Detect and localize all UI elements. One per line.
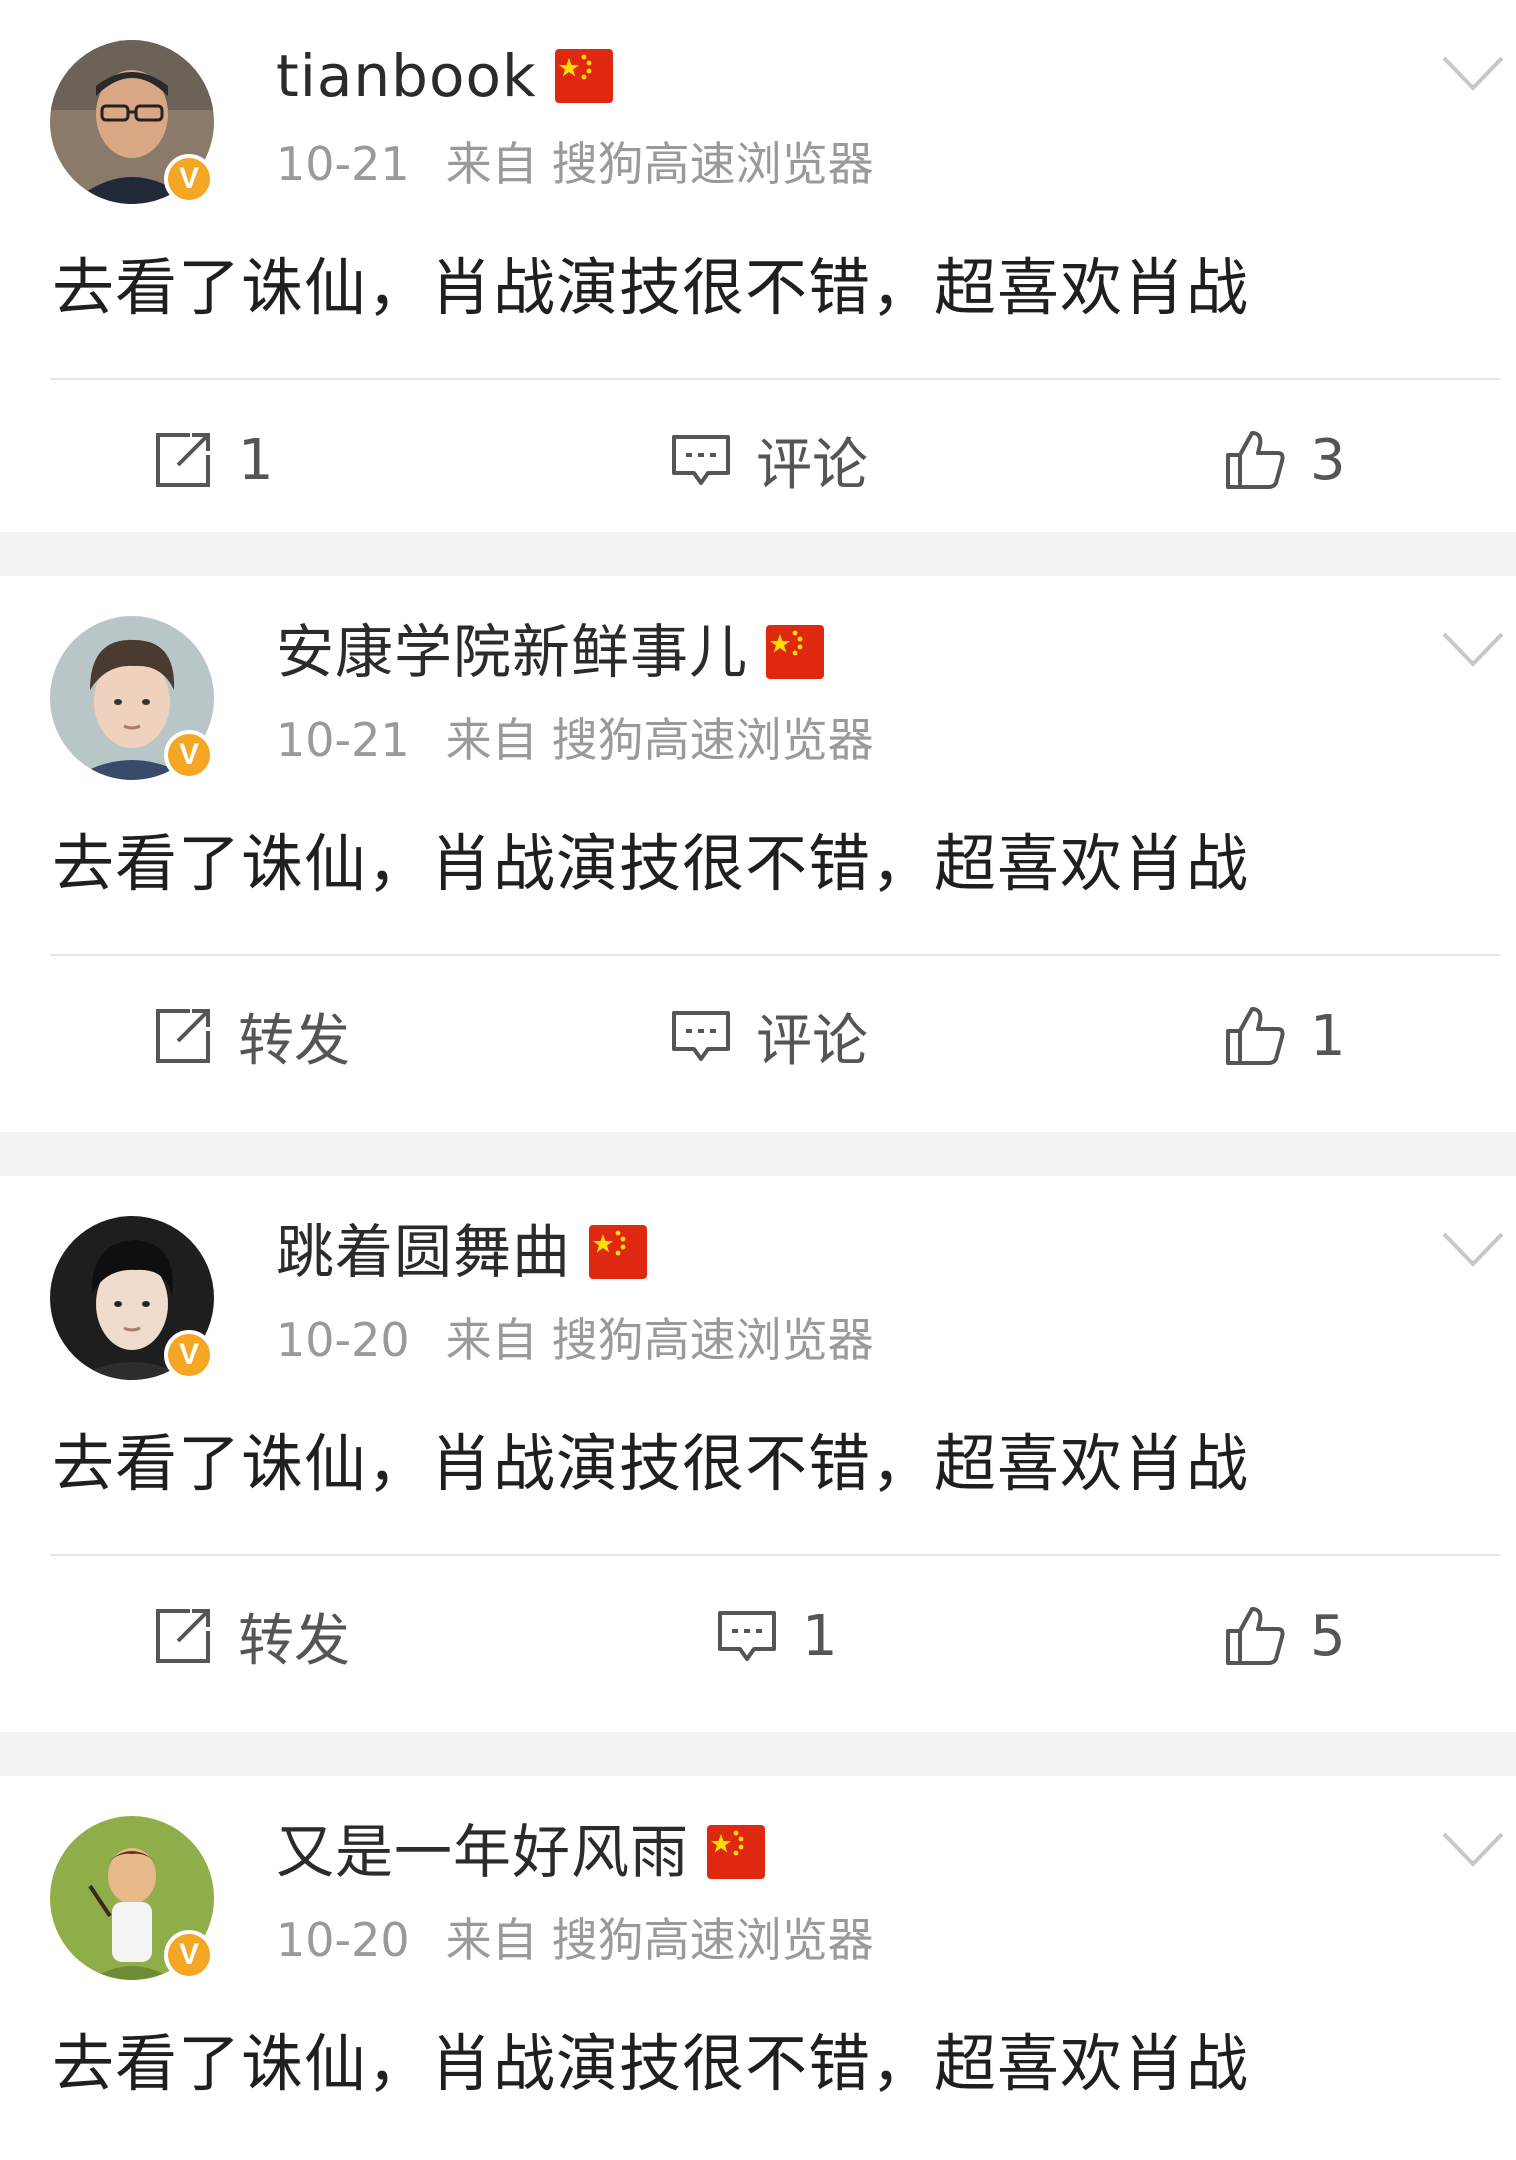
post-meta: 10-20 来自 搜狗高速浏览器 <box>276 1910 874 1970</box>
source-prefix: 来自 <box>445 1313 538 1367</box>
post-meta: 10-20 来自 搜狗高速浏览器 <box>276 1310 874 1370</box>
divider <box>50 378 1500 380</box>
source-client: 搜狗高速浏览器 <box>551 713 874 767</box>
thumbs-up-icon <box>1226 431 1285 489</box>
source-client: 搜狗高速浏览器 <box>551 1313 874 1367</box>
comment-button[interactable]: 1 <box>714 1576 838 1696</box>
source-prefix: 来自 <box>445 1913 538 1967</box>
comment-label: 评论 <box>756 1008 868 1074</box>
action-bar: 转发 1 5 <box>0 1576 1516 1696</box>
action-bar: 1 评论 3 <box>0 400 1516 520</box>
like-button[interactable]: 1 <box>1222 976 1346 1096</box>
chevron-down-icon[interactable] <box>1440 1228 1506 1272</box>
repost-label: 转发 <box>238 1608 350 1674</box>
post-date: 10-20 <box>276 1313 410 1367</box>
username-row: 又是一年好风雨 <box>276 1812 766 1892</box>
repost-button[interactable]: 1 <box>150 400 274 520</box>
avatar[interactable]: V <box>50 616 214 780</box>
weibo-comment-feed: V tianbook 10-21 来自 搜狗高速浏览器 去看了诛仙，肖战演技很不错，… <box>0 0 1516 2160</box>
avatar[interactable]: V <box>50 1216 214 1380</box>
username-row: 跳着圆舞曲 <box>276 1212 648 1292</box>
repost-label: 转发 <box>238 1008 350 1074</box>
post-date: 10-21 <box>276 713 410 767</box>
action-bar: 转发 评论 1 <box>0 976 1516 1096</box>
china-flag-icon <box>707 1825 766 1879</box>
source-client: 搜狗高速浏览器 <box>551 1913 874 1967</box>
source-prefix: 来自 <box>445 137 538 191</box>
post-date: 10-21 <box>276 137 410 191</box>
post-content: 去看了诛仙，肖战演技很不错，超喜欢肖战 <box>52 1427 1250 1500</box>
verified-badge-icon: V <box>164 1330 214 1380</box>
comment-icon <box>718 1611 776 1661</box>
verified-badge-icon: V <box>164 730 214 780</box>
post-meta: 10-21 来自 搜狗高速浏览器 <box>276 134 874 194</box>
like-count: 1 <box>1310 1003 1346 1069</box>
post-card: V 又是一年好风雨 10-20 来自 搜狗高速浏览器 去看了诛仙，肖战演技很不错，超… <box>0 1776 1516 2160</box>
comment-icon <box>672 435 730 485</box>
post-content: 去看了诛仙，肖战演技很不错，超喜欢肖战 <box>52 2027 1250 2100</box>
post-card: V 安康学院新鲜事儿 10-21 来自 搜狗高速浏览器 去看了诛仙，肖战演技很不错，… <box>0 576 1516 1132</box>
thumbs-up-icon <box>1226 1607 1285 1665</box>
verified-badge-icon: V <box>164 1930 214 1980</box>
divider <box>50 954 1500 956</box>
comment-button[interactable]: 评论 <box>668 400 868 520</box>
repost-button[interactable]: 转发 <box>150 1576 350 1696</box>
china-flag-icon <box>554 49 613 103</box>
repost-button[interactable]: 转发 <box>150 976 350 1096</box>
username-row: 安康学院新鲜事儿 <box>276 612 825 692</box>
comment-count: 评论 <box>756 432 868 498</box>
chevron-down-icon[interactable] <box>1440 1828 1506 1872</box>
chevron-down-icon[interactable] <box>1440 628 1506 672</box>
chevron-down-icon[interactable] <box>1440 52 1506 96</box>
post-content: 去看了诛仙，肖战演技很不错，超喜欢肖战 <box>52 251 1250 324</box>
china-flag-icon <box>589 1225 648 1279</box>
like-count: 3 <box>1310 427 1346 493</box>
post-meta: 10-21 来自 搜狗高速浏览器 <box>276 710 874 770</box>
post-card: V 跳着圆舞曲 10-20 来自 搜狗高速浏览器 去看了诛仙，肖战演技很不错，超喜欢… <box>0 1176 1516 1732</box>
like-count: 5 <box>1310 1603 1346 1669</box>
like-button[interactable]: 5 <box>1222 1576 1346 1696</box>
thumbs-up-icon <box>1226 1007 1285 1065</box>
like-button[interactable]: 3 <box>1222 400 1346 520</box>
repost-icon <box>156 1609 210 1663</box>
source-client: 搜狗高速浏览器 <box>551 137 874 191</box>
repost-count: 1 <box>238 427 274 493</box>
post-card: V tianbook 10-21 来自 搜狗高速浏览器 去看了诛仙，肖战演技很不错，… <box>0 0 1516 532</box>
avatar[interactable]: V <box>50 1816 214 1980</box>
username[interactable]: 又是一年好风雨 <box>276 1812 689 1892</box>
divider <box>50 1554 1500 1556</box>
post-content: 去看了诛仙，肖战演技很不错，超喜欢肖战 <box>52 827 1250 900</box>
username[interactable]: 安康学院新鲜事儿 <box>276 612 748 692</box>
source-prefix: 来自 <box>445 713 538 767</box>
verified-badge-icon: V <box>164 154 214 204</box>
username[interactable]: tianbook <box>276 36 537 116</box>
comment-count: 1 <box>802 1603 838 1669</box>
username[interactable]: 跳着圆舞曲 <box>276 1212 571 1292</box>
repost-icon <box>156 433 210 487</box>
avatar[interactable]: V <box>50 40 214 204</box>
repost-icon <box>156 1009 210 1063</box>
comment-icon <box>672 1011 730 1061</box>
china-flag-icon <box>766 625 825 679</box>
username-row: tianbook <box>276 36 613 116</box>
post-date: 10-20 <box>276 1913 410 1967</box>
comment-button[interactable]: 评论 <box>668 976 868 1096</box>
